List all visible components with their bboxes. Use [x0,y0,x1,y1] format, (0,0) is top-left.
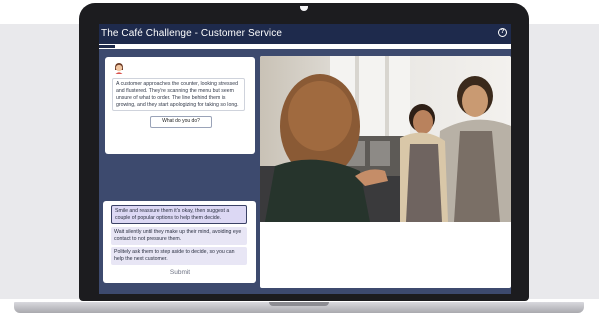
submit-button[interactable]: Submit [158,268,202,277]
scenario-panel: A customer approaches the counter, looki… [105,57,255,154]
progress-bar [99,44,511,49]
webcam-notch [300,6,308,11]
laptop-base [14,302,584,313]
cafe-scene-image [260,56,511,222]
help-icon[interactable]: ? [498,28,507,37]
option-wait-silently[interactable]: Wait silently until they make up their m… [111,227,247,245]
option-reassure[interactable]: Smile and reassure them it's okay, then … [111,205,247,224]
app-title: The Café Challenge - Customer Service [101,28,282,39]
scenario-text: A customer approaches the counter, looki… [112,78,245,111]
options-panel: Smile and reassure them it's okay, then … [103,201,256,283]
app-screen: The Café Challenge - Customer Service ? … [99,24,511,294]
base-notch [269,302,329,306]
title-bar: The Café Challenge - Customer Service ? [99,24,511,44]
customer-avatar-icon [112,61,126,75]
question-prompt: What do you do? [150,116,212,128]
scene-photo-frame [260,56,511,288]
progress-fill [99,45,116,48]
option-step-aside[interactable]: Politely ask them to step aside to decid… [111,247,247,265]
